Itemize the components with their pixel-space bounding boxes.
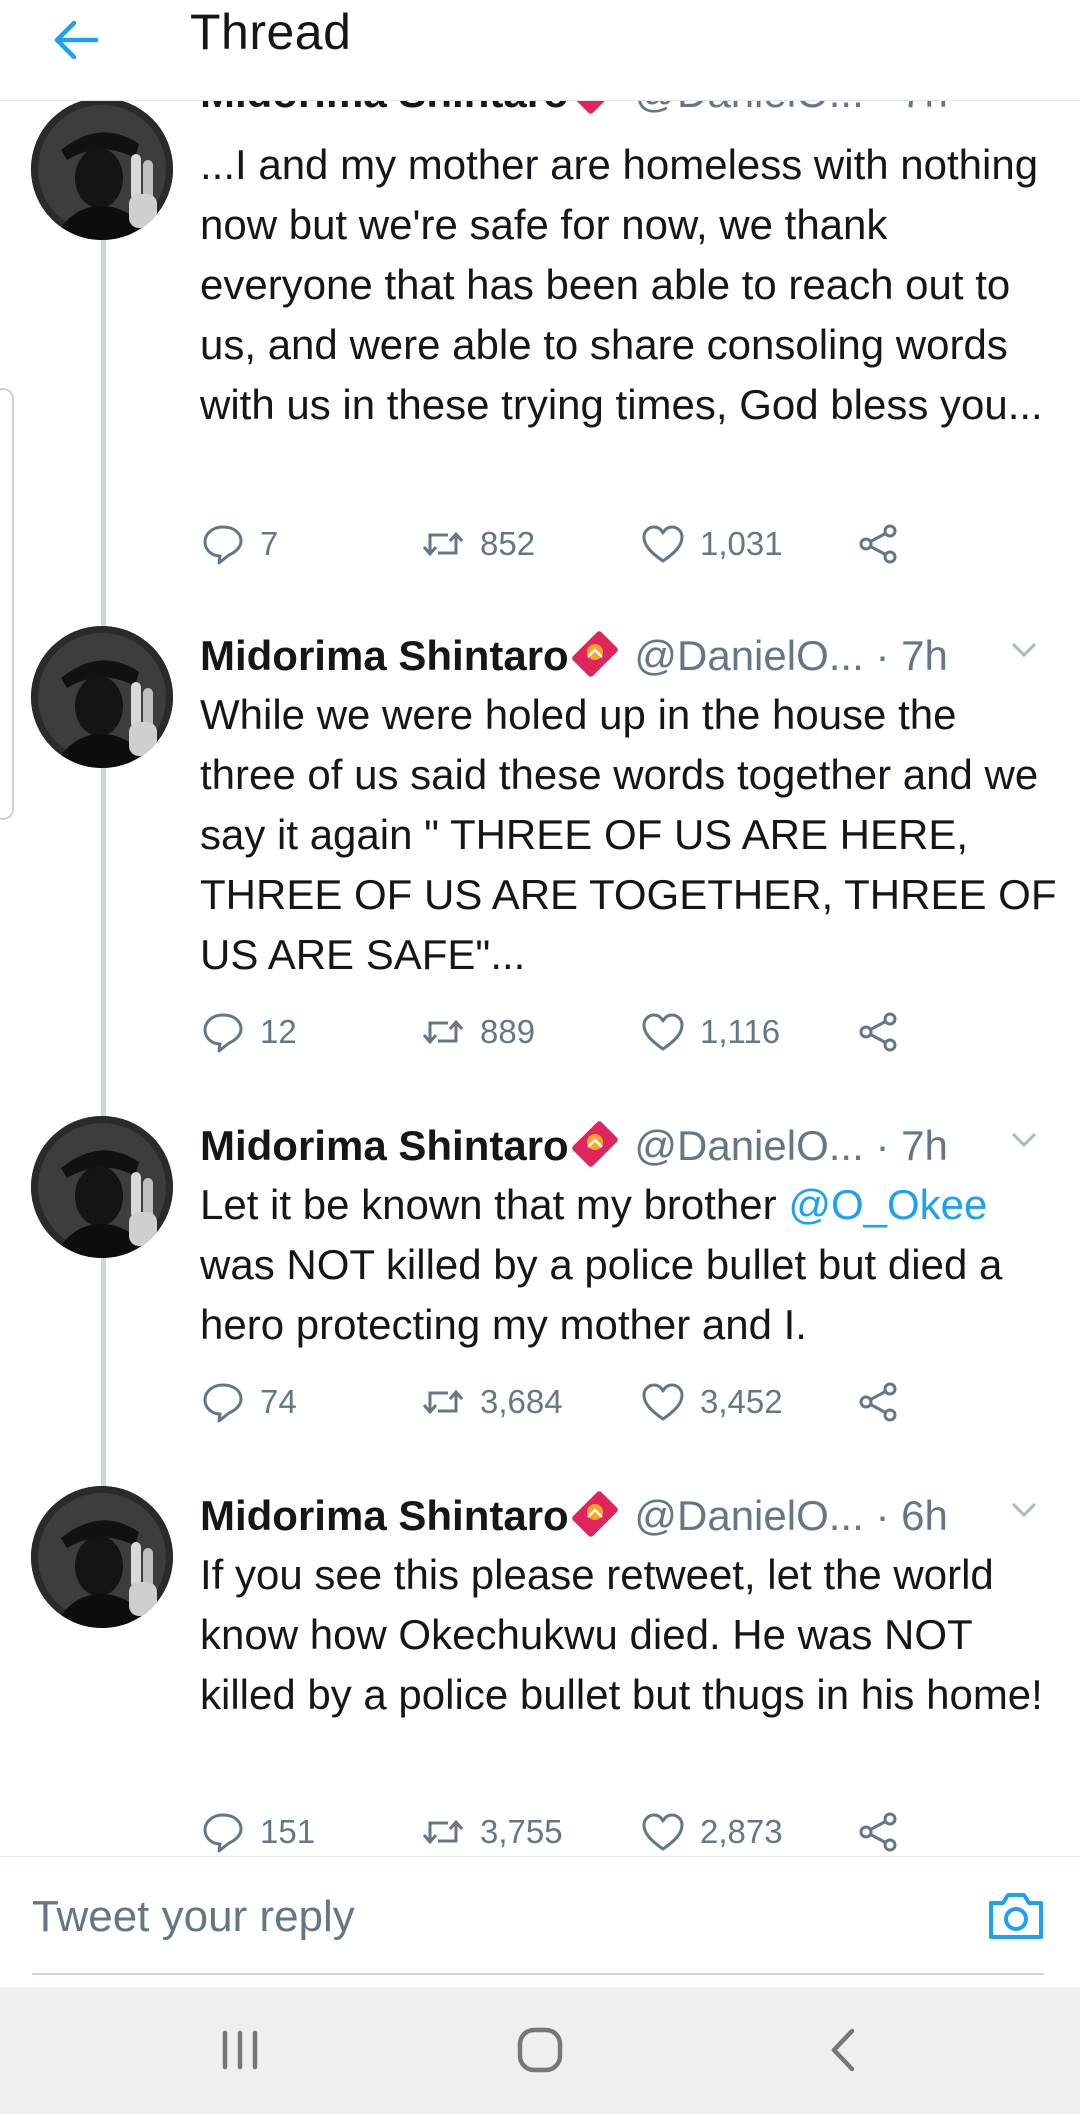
system-navigation-bar xyxy=(0,1987,1080,2114)
reply-count: 74 xyxy=(260,1383,297,1420)
like-icon xyxy=(640,1379,686,1425)
share-icon xyxy=(855,1379,901,1425)
retweet-icon xyxy=(420,1009,466,1055)
avatar[interactable] xyxy=(31,1486,173,1628)
author-name[interactable]: Midorima Shintaro xyxy=(200,632,569,679)
reply-icon xyxy=(200,1809,246,1855)
avatar[interactable] xyxy=(31,626,173,768)
thread-list: Midorima Shintaro @DanielO... · 7h ...I … xyxy=(0,101,1080,1855)
tweet-actions: 74 3,684 3,452 xyxy=(200,1372,960,1432)
back-arrow-icon[interactable] xyxy=(46,10,106,70)
tweet-meta: Midorima Shintaro @DanielO... · 7h xyxy=(200,101,1060,123)
tweet-time: · 7h xyxy=(875,101,947,116)
reply-composer: Tweet your reply xyxy=(0,1856,1080,1987)
author-handle: @DanielO... xyxy=(634,1122,864,1169)
side-scroll-handle[interactable] xyxy=(0,388,14,820)
tweet-text: Let it be known that my brother @O_Okee … xyxy=(200,1175,1060,1355)
page-title: Thread xyxy=(190,4,352,60)
app-header: Thread xyxy=(0,0,1080,101)
reply-count: 7 xyxy=(260,525,279,562)
author-handle: @DanielO... xyxy=(634,632,864,679)
share-icon xyxy=(855,1809,901,1855)
reply-divider xyxy=(32,1973,1044,1975)
reply-count: 151 xyxy=(260,1813,316,1850)
thread-connector-line xyxy=(101,206,106,1566)
back-icon[interactable] xyxy=(810,2015,880,2085)
author-name[interactable]: Midorima Shintaro xyxy=(200,1122,569,1169)
tweet-time: · 7h xyxy=(875,632,948,679)
like-icon xyxy=(640,1009,686,1055)
retweet-button[interactable]: 889 xyxy=(420,1002,535,1062)
tweet-text-end: was NOT killed by a police bullet but di… xyxy=(200,1241,1003,1348)
author-name[interactable]: Midorima Shintaro xyxy=(200,101,569,116)
retweet-button[interactable]: 3,684 xyxy=(420,1372,563,1432)
reply-icon xyxy=(200,1009,246,1055)
like-icon xyxy=(640,521,686,567)
share-icon xyxy=(855,521,901,567)
verified-badge-icon xyxy=(571,630,619,678)
share-button[interactable] xyxy=(855,514,901,574)
reply-count: 12 xyxy=(260,1013,297,1050)
camera-icon[interactable] xyxy=(985,1885,1047,1947)
chevron-down-icon[interactable] xyxy=(1005,101,1043,105)
tweet-meta: Midorima Shintaro @DanielO... · 7h xyxy=(200,626,1060,686)
avatar[interactable] xyxy=(31,101,173,240)
share-icon xyxy=(855,1009,901,1055)
tweet-meta: Midorima Shintaro @DanielO... · 6h xyxy=(200,1486,1060,1546)
verified-badge-icon xyxy=(571,1490,619,1538)
author-handle: @DanielO... xyxy=(634,101,863,116)
like-button[interactable]: 2,873 xyxy=(640,1802,783,1855)
retweet-icon xyxy=(420,1809,466,1855)
tweet-time: · 7h xyxy=(875,1122,948,1169)
like-count: 2,873 xyxy=(700,1813,783,1850)
avatar[interactable] xyxy=(31,1116,173,1258)
retweet-button[interactable]: 852 xyxy=(420,514,535,574)
retweet-count: 3,684 xyxy=(480,1383,563,1420)
share-button[interactable] xyxy=(855,1372,901,1432)
reply-button[interactable]: 7 xyxy=(200,514,278,574)
tweet-time: · 6h xyxy=(875,1492,948,1539)
chevron-down-icon[interactable] xyxy=(1005,630,1043,668)
tweet-actions: 7 852 1,031 xyxy=(200,514,960,574)
reply-button[interactable]: 151 xyxy=(200,1802,315,1855)
author-name[interactable]: Midorima Shintaro xyxy=(200,1492,569,1539)
tweet-actions: 151 3,755 2,873 xyxy=(200,1802,960,1855)
like-button[interactable]: 3,452 xyxy=(640,1372,783,1432)
chevron-down-icon[interactable] xyxy=(1005,1490,1043,1528)
like-button[interactable]: 1,031 xyxy=(640,514,783,574)
tweet-actions: 12 889 1,116 xyxy=(200,1002,960,1062)
reply-input[interactable]: Tweet your reply xyxy=(32,1877,932,1957)
retweet-count: 852 xyxy=(480,525,536,562)
retweet-icon xyxy=(420,521,466,567)
like-icon xyxy=(640,1809,686,1855)
retweet-button[interactable]: 3,755 xyxy=(420,1802,563,1855)
like-count: 1,031 xyxy=(700,525,783,562)
reply-button[interactable]: 12 xyxy=(200,1002,297,1062)
tweet-text: ...I and my mother are homeless with not… xyxy=(200,141,1043,428)
chevron-down-icon[interactable] xyxy=(1005,1120,1043,1158)
home-icon[interactable] xyxy=(505,2015,575,2085)
reply-button[interactable]: 74 xyxy=(200,1372,297,1432)
like-button[interactable]: 1,116 xyxy=(640,1002,780,1062)
share-button[interactable] xyxy=(855,1802,901,1855)
tweet-meta: Midorima Shintaro @DanielO... · 7h xyxy=(200,1116,1060,1176)
tweet-text-start: Let it be known that my brother xyxy=(200,1181,789,1228)
retweet-count: 3,755 xyxy=(480,1813,563,1850)
tweet-text: While we were holed up in the house the … xyxy=(200,691,1057,978)
tweet-text: If you see this please retweet, let the … xyxy=(200,1551,1043,1718)
verified-badge-icon xyxy=(571,101,619,115)
mention-link[interactable]: @O_Okee xyxy=(788,1181,987,1228)
retweet-count: 889 xyxy=(480,1013,536,1050)
like-count: 3,452 xyxy=(700,1383,783,1420)
recents-icon[interactable] xyxy=(205,2015,275,2085)
like-count: 1,116 xyxy=(700,1013,781,1050)
retweet-icon xyxy=(420,1379,466,1425)
reply-icon xyxy=(200,1379,246,1425)
share-button[interactable] xyxy=(855,1002,901,1062)
verified-badge-icon xyxy=(571,1120,619,1168)
author-handle: @DanielO... xyxy=(634,1492,864,1539)
reply-icon xyxy=(200,521,246,567)
